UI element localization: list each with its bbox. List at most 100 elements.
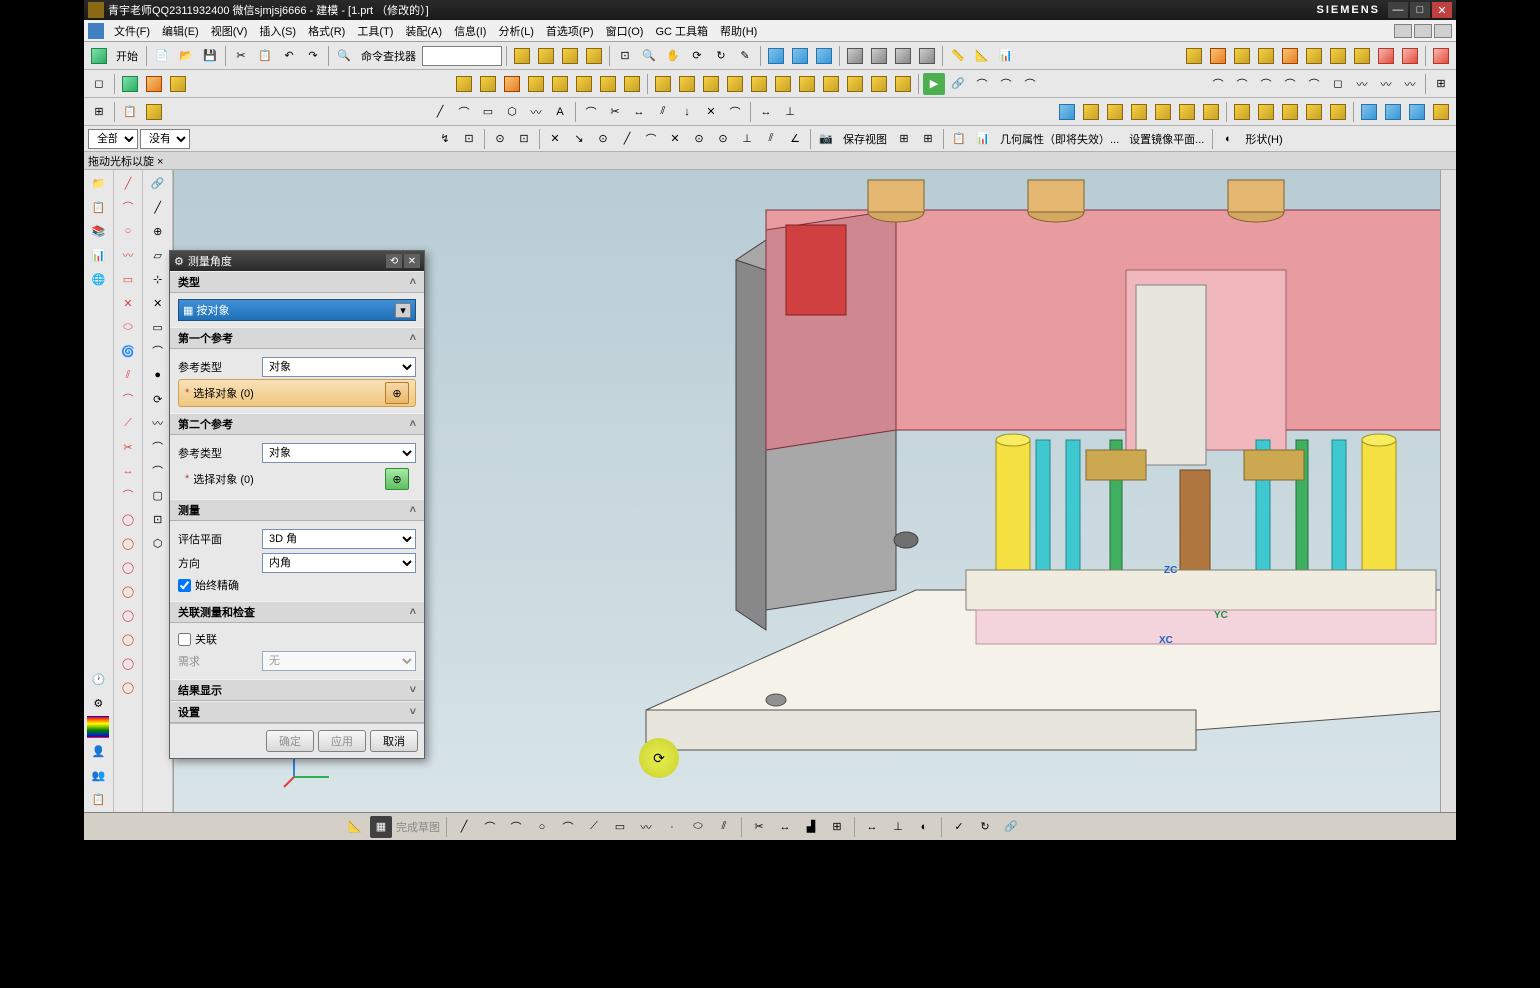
rect-button[interactable]: ▭: [477, 101, 499, 123]
surf-op-8-button[interactable]: [1231, 101, 1253, 123]
snap-9-button[interactable]: ⊥: [736, 128, 758, 150]
cancel-button[interactable]: 取消: [370, 730, 418, 752]
extrude-button[interactable]: [453, 73, 475, 95]
circle-3-button[interactable]: ◯: [117, 556, 139, 578]
section-first-ref[interactable]: 第一个参考 ˄: [170, 327, 424, 349]
undo-button[interactable]: ↶: [278, 45, 300, 67]
wcs-4-button[interactable]: [916, 45, 938, 67]
type-combo[interactable]: ▦ 按对象 ▾: [178, 299, 416, 321]
wcs-2-button[interactable]: [868, 45, 890, 67]
curve-helix-button[interactable]: 🌀: [117, 340, 139, 362]
surf-op-15-button[interactable]: [1406, 101, 1428, 123]
constraint-button[interactable]: ⊥: [779, 101, 801, 123]
snap-4-button[interactable]: ╱: [616, 128, 638, 150]
render-3-button[interactable]: [559, 45, 581, 67]
menu-insert[interactable]: 插入(S): [253, 21, 302, 41]
feat-4-button[interactable]: [1255, 45, 1277, 67]
sel-2-button[interactable]: ⊡: [458, 128, 480, 150]
sb-finish-icon[interactable]: ▦: [370, 816, 392, 838]
maximize-button[interactable]: □: [1410, 2, 1430, 18]
menu-prefs[interactable]: 首选项(P): [540, 21, 600, 41]
rib-button[interactable]: [573, 73, 595, 95]
pan-button[interactable]: ✋: [662, 45, 684, 67]
sb-spline-button[interactable]: 〰: [635, 816, 657, 838]
circle-8-button[interactable]: ◯: [117, 676, 139, 698]
surf-3-button[interactable]: ⌒: [1255, 73, 1277, 95]
nav-color-button[interactable]: [87, 716, 109, 738]
snap-8-button[interactable]: ⊙: [712, 128, 734, 150]
save-view-label[interactable]: 保存视图: [839, 131, 891, 147]
surf-4-button[interactable]: ⌒: [1279, 73, 1301, 95]
unite-button[interactable]: [724, 73, 746, 95]
surf-op-2-button[interactable]: [1080, 101, 1102, 123]
dialog-close-button[interactable]: ✕: [404, 254, 420, 268]
nav-asm-button[interactable]: 📁: [87, 172, 109, 194]
curve-arc-button[interactable]: ⌒: [117, 196, 139, 218]
open-button[interactable]: 📂: [175, 45, 197, 67]
curve-extend-button[interactable]: ↔: [117, 460, 139, 482]
doc-close-button[interactable]: [1434, 24, 1452, 38]
sb-constraint-button[interactable]: ⊥: [887, 816, 909, 838]
curve-fillet-button[interactable]: ⌒: [117, 388, 139, 410]
nav-last-button[interactable]: 📋: [87, 788, 109, 810]
curve-3-button[interactable]: ⌒: [1019, 73, 1041, 95]
geom-props-label[interactable]: 几何属性（即将失效）...: [996, 131, 1123, 147]
circle-5-button[interactable]: ◯: [117, 604, 139, 626]
curve-line-button[interactable]: ╱: [117, 172, 139, 194]
scale-button[interactable]: [868, 73, 890, 95]
intersect-curve-button[interactable]: ✕: [700, 101, 722, 123]
menu-format[interactable]: 格式(R): [302, 21, 351, 41]
select-target-1-icon[interactable]: ⊕: [385, 382, 409, 404]
surf-9-button[interactable]: 〰: [1399, 73, 1421, 95]
render-1-button[interactable]: [511, 45, 533, 67]
sb-arc2-button[interactable]: ⌒: [505, 816, 527, 838]
revolve-button[interactable]: [477, 73, 499, 95]
surf-10-button[interactable]: ⊞: [1430, 73, 1452, 95]
mirror-button[interactable]: [892, 73, 914, 95]
section-settings[interactable]: 设置 ˅: [170, 701, 424, 723]
offset-curve-button[interactable]: ⫽: [652, 101, 674, 123]
fit-button[interactable]: ⊡: [614, 45, 636, 67]
surf-op-7-button[interactable]: [1200, 101, 1222, 123]
feat-blend-button[interactable]: ⌒: [147, 460, 169, 482]
sb-arc-button[interactable]: ⌒: [479, 816, 501, 838]
hole-button[interactable]: [501, 73, 523, 95]
save-button[interactable]: 💾: [199, 45, 221, 67]
surf-2-button[interactable]: ⌒: [1231, 73, 1253, 95]
pocket-button[interactable]: [549, 73, 571, 95]
feat-face-button[interactable]: ▢: [147, 484, 169, 506]
offset-button[interactable]: [844, 73, 866, 95]
draw-button[interactable]: ✎: [734, 45, 756, 67]
intersect-button[interactable]: [772, 73, 794, 95]
eval-plane-select[interactable]: 3D 角: [262, 529, 416, 549]
curve-bridge-button[interactable]: ⌒: [117, 484, 139, 506]
surf-op-10-button[interactable]: [1279, 101, 1301, 123]
trim-button[interactable]: [700, 73, 722, 95]
menu-tools[interactable]: 工具(T): [351, 21, 399, 41]
curve-1-button[interactable]: ⌒: [971, 73, 993, 95]
measure-2-button[interactable]: 📐: [971, 45, 993, 67]
surf-op-5-button[interactable]: [1152, 101, 1174, 123]
layer-1-button[interactable]: [765, 45, 787, 67]
sb-point-button[interactable]: ·: [661, 816, 683, 838]
feat-11-button[interactable]: [1430, 45, 1452, 67]
sb-mirror-button[interactable]: ▟: [800, 816, 822, 838]
curve-trim-button[interactable]: ✂: [117, 436, 139, 458]
feat-10-button[interactable]: [1399, 45, 1421, 67]
fillet-curve-button[interactable]: ⌒: [580, 101, 602, 123]
layer-2-button[interactable]: [789, 45, 811, 67]
block-button[interactable]: [119, 73, 141, 95]
curve-spline-button[interactable]: 〰: [117, 244, 139, 266]
sb-rect-button[interactable]: ▭: [609, 816, 631, 838]
new-button[interactable]: 📄: [151, 45, 173, 67]
feat-extract-button[interactable]: ⊡: [147, 508, 169, 530]
sb-ellipse-button[interactable]: ⬭: [687, 816, 709, 838]
surf-op-13-button[interactable]: [1358, 101, 1380, 123]
feat-csys-button[interactable]: ⊹: [147, 268, 169, 290]
dim-button[interactable]: ↔: [755, 101, 777, 123]
feat-rect-button[interactable]: ▭: [147, 316, 169, 338]
surf-op-6-button[interactable]: [1176, 101, 1198, 123]
extend-button[interactable]: ↔: [628, 101, 650, 123]
measure-1-button[interactable]: 📏: [947, 45, 969, 67]
doc-restore-button[interactable]: [1414, 24, 1432, 38]
